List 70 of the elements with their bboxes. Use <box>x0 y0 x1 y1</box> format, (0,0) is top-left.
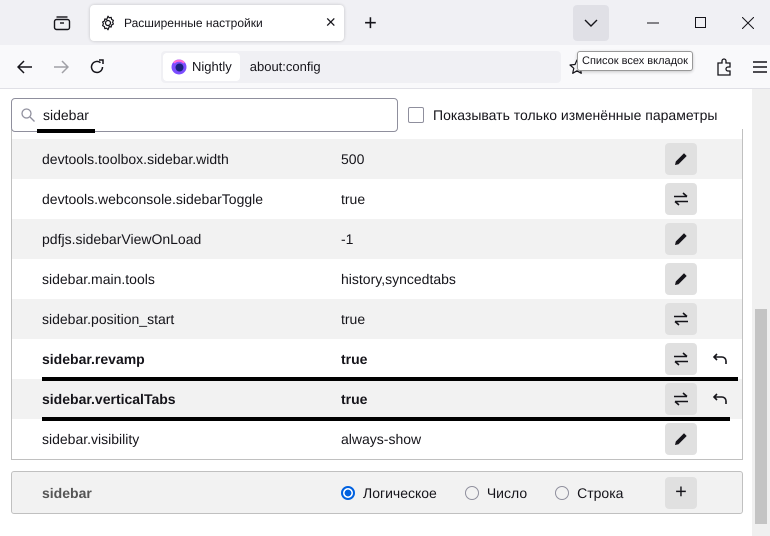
pencil-icon <box>674 272 688 286</box>
preference-name: sidebar.main.tools <box>41 271 156 287</box>
preference-value: true <box>341 391 368 407</box>
toggle-button[interactable] <box>665 303 697 335</box>
tab-title: Расширенные настройки <box>124 16 264 30</box>
add-button[interactable]: + <box>665 476 697 508</box>
reset-icon[interactable] <box>712 393 726 405</box>
toggle-button[interactable] <box>665 343 697 375</box>
toggle-arrows-icon <box>673 192 689 206</box>
scrollbar[interactable] <box>752 89 770 536</box>
identity-box[interactable]: Nightly <box>163 52 240 80</box>
radio-label: Строка <box>577 484 624 500</box>
close-tab-button[interactable]: × <box>325 12 336 33</box>
preference-name: devtools.toolbox.sidebar.width <box>41 151 230 167</box>
edit-button[interactable] <box>665 223 697 255</box>
edit-button[interactable] <box>665 143 697 175</box>
checkbox[interactable] <box>408 107 424 123</box>
toggle-button[interactable] <box>665 183 697 215</box>
maximize-icon[interactable] <box>695 17 706 28</box>
toggle-button[interactable] <box>665 383 697 415</box>
browser-tab[interactable]: Расширенные настройки × <box>90 4 344 40</box>
scrollbar-thumb[interactable] <box>755 309 767 524</box>
preference-name: sidebar.visibility <box>41 431 140 447</box>
url-text: about:config <box>250 59 322 74</box>
edit-button[interactable] <box>665 263 697 295</box>
preference-value: true <box>341 351 368 367</box>
preference-name: sidebar.verticalTabs <box>41 391 177 407</box>
checkbox-label: Показывать только изменённые параметры <box>433 107 718 123</box>
toggle-arrows-icon <box>673 312 689 326</box>
chevron-down-icon <box>584 18 598 26</box>
edit-button[interactable] <box>665 423 697 455</box>
search-text: sidebar <box>43 107 90 123</box>
preference-name: sidebar.revamp <box>41 351 146 367</box>
pencil-icon <box>674 432 688 446</box>
preference-value: true <box>341 311 366 327</box>
tab-groups-icon[interactable] <box>53 14 71 30</box>
puzzle-icon[interactable] <box>717 58 733 76</box>
address-bar[interactable]: Nightly about:config <box>161 50 561 82</box>
gear-icon <box>100 14 116 30</box>
preference-value: true <box>341 191 366 207</box>
preference-value: always-show <box>341 431 422 447</box>
toggle-arrows-icon <box>673 352 689 366</box>
radio-button[interactable] <box>341 486 355 500</box>
radio-button[interactable] <box>464 486 479 500</box>
new-preference-name: sidebar <box>41 484 93 500</box>
close-icon[interactable] <box>742 16 754 28</box>
browser-label: Nightly <box>192 59 232 74</box>
preference-value: history,syncedtabs <box>341 271 457 287</box>
pencil-icon <box>674 232 688 246</box>
toggle-arrows-icon <box>673 392 689 406</box>
radio-label: Число <box>486 484 528 500</box>
new-tab-button[interactable]: + <box>364 10 377 36</box>
search-icon <box>21 108 35 122</box>
radio-button[interactable] <box>555 486 570 500</box>
preference-name: pdfjs.sidebarViewOnLoad <box>41 231 202 247</box>
search-field[interactable]: sidebar <box>11 98 398 132</box>
tooltip: Список всех вкладок <box>577 51 693 71</box>
menu-icon[interactable] <box>753 60 767 72</box>
reset-icon[interactable] <box>712 353 726 365</box>
minimize-icon[interactable] <box>647 22 659 24</box>
preference-value: -1 <box>341 231 354 247</box>
browser-logo-icon <box>171 58 187 74</box>
list-all-tabs-button[interactable] <box>573 4 609 40</box>
back-icon[interactable] <box>17 60 33 74</box>
reload-icon[interactable] <box>89 58 105 74</box>
preference-name: sidebar.position_start <box>41 311 176 327</box>
preference-name: devtools.webconsole.sidebarToggle <box>41 191 264 207</box>
preference-value: 500 <box>341 151 366 167</box>
pencil-icon <box>674 152 688 166</box>
radio-label: Логическое <box>363 484 437 500</box>
